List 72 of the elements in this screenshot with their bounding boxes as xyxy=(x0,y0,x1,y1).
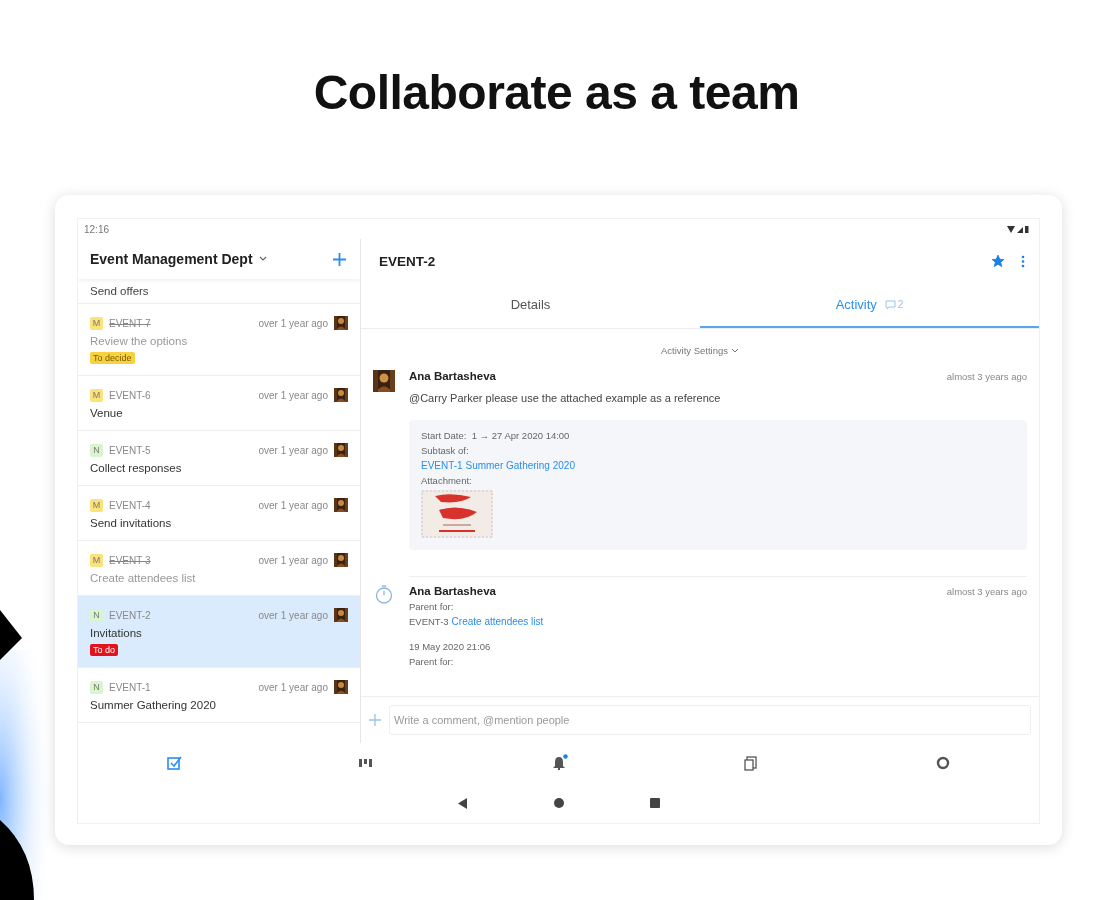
issue-key: EVENT-5 xyxy=(109,444,151,456)
issue-time: over 1 year ago xyxy=(258,389,328,401)
activity-settings[interactable]: Activity Settings xyxy=(660,345,729,356)
priority-badge: M xyxy=(90,316,103,330)
issue-key: EVENT-6 xyxy=(109,389,151,401)
issue-time: over 1 year ago xyxy=(258,609,328,621)
issue-time: over 1 year ago xyxy=(258,317,328,329)
comment-field[interactable]: Write a comment, @mention people xyxy=(389,705,1031,735)
issue-item[interactable]: N EVENT-5 over 1 year ago Collect responses xyxy=(78,431,360,486)
issue-title: Send offers xyxy=(90,285,149,297)
priority-badge: N xyxy=(90,608,103,622)
documents-icon[interactable] xyxy=(741,754,760,772)
issue-key: EVENT-4 xyxy=(109,499,151,511)
headline: Collaborate as a team xyxy=(312,65,801,121)
start-date: Start Date: 1 → 27 Apr 2020 14:00 xyxy=(421,430,570,441)
issue-time: over 1 year ago xyxy=(258,499,328,511)
priority-badge: M xyxy=(90,498,103,512)
entry-time: almost 3 years ago xyxy=(946,585,1027,597)
priority-badge: M xyxy=(90,388,103,402)
issue-key: EVENT-3 xyxy=(409,616,449,627)
tab[interactable]: Activity 2 xyxy=(700,283,1039,328)
issue-key: EVENT-1 xyxy=(109,681,151,693)
count-text: 2 xyxy=(897,299,904,310)
change-label: Parent for: xyxy=(409,656,454,667)
priority-badge: N xyxy=(90,443,103,457)
status-tag: To do xyxy=(90,644,119,656)
star-icon[interactable] xyxy=(991,254,1005,268)
priority-badge: M xyxy=(90,553,103,567)
comment-icon xyxy=(884,299,896,310)
issue-link[interactable]: Create attendees list xyxy=(451,616,544,627)
issue-title: Collect responses xyxy=(90,462,182,474)
add-icon[interactable] xyxy=(333,252,346,266)
issue-item[interactable]: M EVENT-6 over 1 year ago Venue xyxy=(78,376,360,431)
issue-title: Summer Gathering 2020 xyxy=(90,699,216,711)
author-name: Ana Bartasheva xyxy=(409,585,496,597)
status-time: 12:16 xyxy=(84,223,110,235)
task-list-icon[interactable] xyxy=(165,754,184,772)
issue-item[interactable]: M EVENT-7 over 1 year ago Review the options To decide xyxy=(78,304,360,376)
issue-item[interactable]: N EVENT-1 over 1 year ago Summer Gathering 2020 xyxy=(78,668,360,723)
change-date: 19 May 2020 21:06 xyxy=(409,641,491,652)
recents-icon[interactable] xyxy=(649,798,660,808)
status-icons xyxy=(1007,224,1029,234)
subtask-label: Subtask of: xyxy=(421,445,469,456)
issue-title: Create attendees list xyxy=(90,572,196,584)
issue-key: EVENT-2 xyxy=(109,609,151,621)
attachment-label: Attachment: xyxy=(421,475,472,486)
issue-title: Invitations xyxy=(90,627,142,639)
tab[interactable]: Details xyxy=(361,283,700,328)
issue-time: over 1 year ago xyxy=(258,681,328,693)
issue-item[interactable]: M EVENT-4 over 1 year ago Send invitations xyxy=(78,486,360,541)
issue-item[interactable]: N EVENT-2 over 1 year ago Invitations To do xyxy=(78,596,360,668)
author-name: Ana Bartasheva xyxy=(409,370,496,382)
timer-icon xyxy=(375,585,393,604)
issue-title: Review the options xyxy=(90,335,188,347)
entry-time: almost 3 years ago xyxy=(946,370,1027,382)
issue-time: over 1 year ago xyxy=(258,554,328,566)
home-icon[interactable] xyxy=(553,798,564,808)
chevron-down-icon[interactable] xyxy=(731,348,740,353)
issue-key: EVENT-3 xyxy=(109,554,151,566)
comment-text: @Carry Parker please use the attached example as a reference xyxy=(409,392,721,404)
issue-heading: EVENT-2 xyxy=(379,253,436,269)
issue-title: Send invitations xyxy=(90,517,172,529)
more-icon[interactable] xyxy=(1021,254,1025,268)
chevron-down-icon[interactable] xyxy=(258,256,267,262)
priority-badge: N xyxy=(90,680,103,694)
change-label: Parent for: xyxy=(409,601,454,612)
issue-time: over 1 year ago xyxy=(258,444,328,456)
issue-title: Venue xyxy=(90,407,123,419)
issue-key: EVENT-7 xyxy=(109,317,151,329)
back-icon[interactable] xyxy=(457,797,468,809)
workspace-title[interactable]: Event Management Dept xyxy=(90,251,253,267)
status-tag: To decide xyxy=(90,352,135,364)
